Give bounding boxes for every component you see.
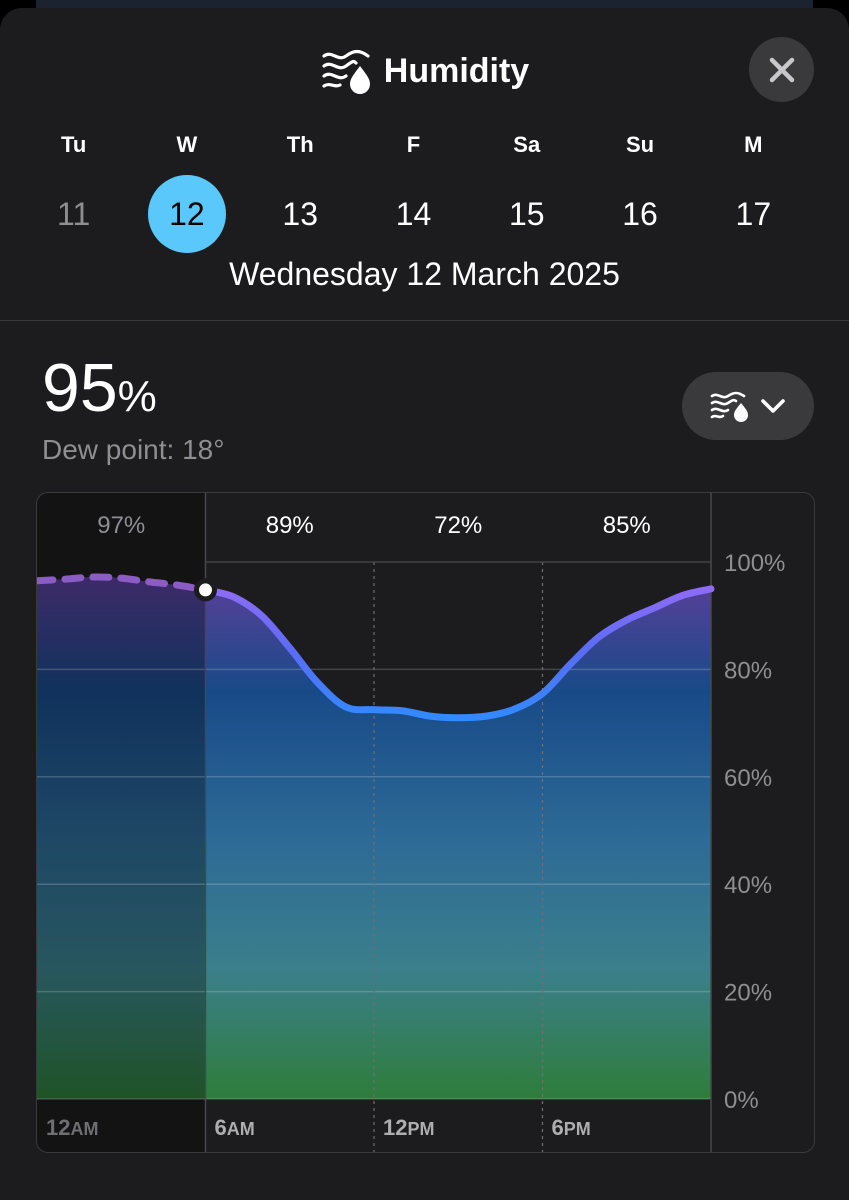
day-number[interactable]: 11 — [35, 175, 113, 253]
period-label: 89% — [266, 512, 314, 539]
humidity-icon — [322, 49, 370, 94]
day-of-week: Th — [286, 132, 314, 157]
humidity-icon — [710, 391, 748, 422]
page-title: Humidity — [383, 51, 530, 90]
past-shade — [37, 493, 206, 1152]
x-tick-ampm: AM — [70, 1119, 98, 1139]
x-tick-hour: 12 — [383, 1115, 407, 1140]
close-button[interactable] — [749, 37, 814, 102]
y-tick-label: 40% — [724, 872, 772, 899]
x-tick-hour: 12 — [46, 1115, 70, 1140]
day-f[interactable]: F 14 — [357, 128, 470, 253]
x-tick-label: 6AM — [215, 1115, 255, 1140]
day-of-week: Tu — [61, 132, 87, 157]
current-humidity: 95% — [42, 352, 157, 433]
metric-picker-button[interactable] — [682, 372, 814, 440]
period-label: 85% — [603, 512, 651, 539]
day-number[interactable]: 15 — [488, 175, 566, 253]
day-number[interactable]: 17 — [714, 175, 792, 253]
chart-canvas: 100%80%60%40%20%0%12AM 6AM 12PM 6PM97% 89% 72… — [37, 493, 785, 1152]
x-tick-label: 12AM — [46, 1115, 98, 1140]
day-number[interactable]: 16 — [601, 175, 679, 253]
y-tick-label: 80% — [724, 657, 772, 684]
y-tick-label: 0% — [724, 1087, 759, 1114]
selected-date: Wednesday 12 March 2025 — [229, 256, 620, 292]
day-su[interactable]: Su 16 — [583, 128, 696, 253]
background-strip — [36, 0, 813, 8]
y-tick-label: 60% — [724, 765, 772, 792]
x-tick-label: 6PM — [552, 1115, 591, 1140]
divider — [0, 320, 849, 321]
day-of-week: Sa — [513, 132, 541, 157]
day-selector: Tu 11 W 12 Th 13 F 14 Sa 15 Su 16 M 17 — [17, 128, 810, 253]
day-of-week: W — [176, 132, 198, 157]
x-tick-hour: 6 — [552, 1115, 564, 1140]
chevron-down-icon — [761, 399, 785, 413]
close-icon — [769, 57, 794, 82]
day-w[interactable]: W 12 — [130, 128, 243, 253]
x-tick-label: 12PM — [383, 1115, 434, 1140]
y-tick-label: 20% — [724, 980, 772, 1007]
x-tick-ampm: AM — [227, 1119, 255, 1139]
day-number-selected[interactable]: 12 — [147, 175, 226, 253]
day-number[interactable]: 14 — [374, 175, 452, 253]
humidity-chart[interactable]: 100% 80% 60% 40% 20% 0% 12AM 6AM 12PM 6PM 97% 89% 72… — [36, 492, 815, 1153]
x-tick-ampm: PM — [564, 1119, 591, 1139]
dew-point: Dew point: 18° — [42, 434, 225, 465]
y-tick-label: 100% — [724, 550, 785, 577]
day-of-week: M — [744, 132, 763, 157]
day-tu[interactable]: Tu 11 — [17, 128, 130, 253]
day-th[interactable]: Th 13 — [244, 128, 357, 253]
x-tick-ampm: PM — [407, 1119, 434, 1139]
current-humidity-unit: % — [117, 372, 157, 421]
current-point-marker — [194, 578, 217, 602]
day-number[interactable]: 13 — [261, 175, 339, 253]
day-of-week: F — [406, 132, 421, 157]
period-label: 72% — [434, 512, 482, 539]
day-sa[interactable]: Sa 15 — [470, 128, 583, 253]
period-label: 97% — [97, 512, 145, 539]
day-of-week: Su — [625, 132, 655, 157]
x-tick-hour: 6 — [215, 1115, 227, 1140]
day-m[interactable]: M 17 — [697, 128, 810, 253]
sheet-header: Humidity — [0, 48, 849, 94]
current-humidity-value: 95 — [42, 350, 118, 426]
